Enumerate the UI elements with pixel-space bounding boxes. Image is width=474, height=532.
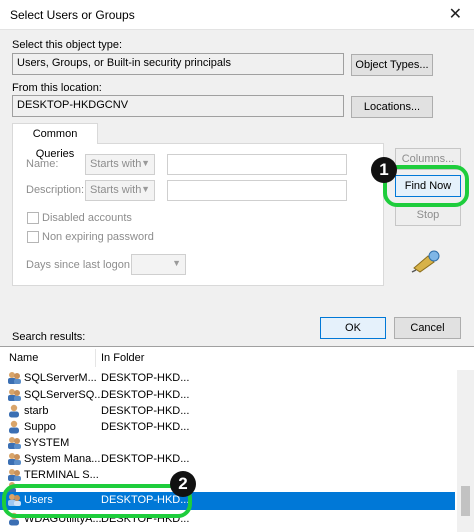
non-expiring-password-label: Non expiring password [42,231,154,243]
table-row[interactable]: SQLServerM... DESKTOP-HKD... [0,370,455,387]
table-row[interactable]: Suppo DESKTOP-HKD... [0,419,455,436]
table-row[interactable]: SYSTEM [0,435,455,452]
group-icon [8,453,21,465]
step-2-badge: 2 [170,471,196,497]
tab-common-queries[interactable]: Common Queries [12,123,98,160]
group-icon [8,372,21,384]
chevron-down-icon: ▼ [141,184,150,194]
cancel-button[interactable]: Cancel [394,317,461,339]
table-row[interactable]: SQLServerSQ... DESKTOP-HKD... [0,387,455,404]
user-icon [9,420,19,434]
user-icon [9,404,19,418]
search-icon [411,250,440,273]
window-title: Select Users or Groups [10,8,135,22]
chevron-down-icon: ▼ [172,258,181,268]
search-results-label: Search results: [12,331,86,343]
column-header-name[interactable]: Name [9,347,38,369]
close-icon[interactable]: ✕ [449,4,462,24]
highlight-users-row [2,484,192,518]
column-header-folder[interactable]: In Folder [101,347,144,369]
days-since-logon-label: Days since last logon: [26,259,133,271]
location-label: From this location: [12,82,102,94]
name-input[interactable] [167,154,347,175]
object-types-button[interactable]: Object Types... [351,54,433,76]
object-type-field: Users, Groups, or Built-in security prin… [12,53,344,75]
title-bar: Select Users or Groups ✕ [0,0,474,30]
chevron-down-icon: ▼ [141,158,150,168]
results-scrollbar[interactable] [457,370,474,532]
ok-button[interactable]: OK [320,317,386,339]
common-queries-panel: Name: Starts with ▼ Description: Starts w… [12,143,384,286]
description-mode-select[interactable]: Starts with ▼ [85,180,155,201]
table-row[interactable]: System Mana... DESKTOP-HKD... [0,451,455,468]
scrollbar-thumb[interactable] [461,486,470,516]
disabled-accounts-label: Disabled accounts [42,212,132,224]
column-divider[interactable] [95,349,96,367]
group-icon [8,437,21,449]
location-field: DESKTOP-HKDGCNV [12,95,344,117]
description-input[interactable] [167,180,347,201]
days-since-logon-select[interactable]: ▼ [131,254,186,275]
group-icon [8,389,21,401]
description-label: Description: [26,184,85,196]
step-1-badge: 1 [371,157,397,183]
disabled-accounts-checkbox[interactable] [27,212,39,224]
table-row[interactable]: starb DESKTOP-HKD... [0,403,455,420]
stop-button[interactable]: Stop [395,204,461,226]
name-mode-select[interactable]: Starts with ▼ [85,154,155,175]
object-type-label: Select this object type: [12,39,123,51]
locations-button[interactable]: Locations... [351,96,433,118]
non-expiring-password-checkbox[interactable] [27,231,39,243]
